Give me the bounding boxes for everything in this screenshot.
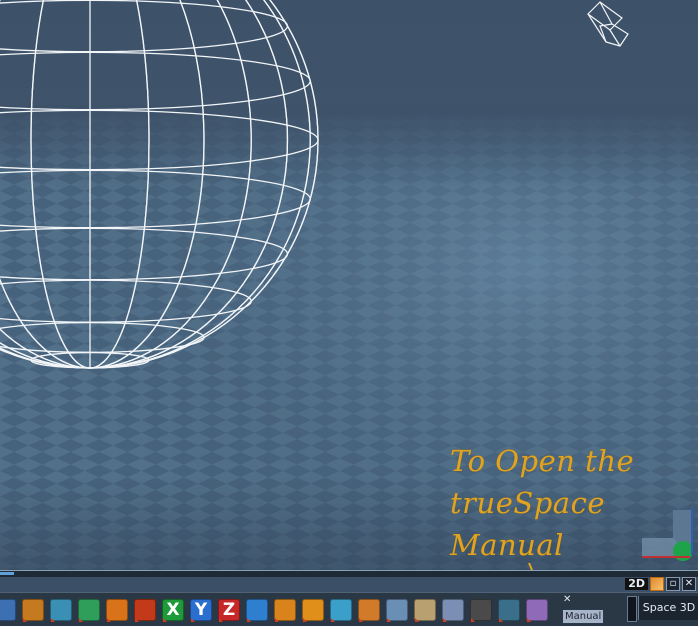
submenu-marker-icon bbox=[387, 618, 391, 622]
binoculars-tool[interactable] bbox=[498, 599, 520, 622]
submenu-marker-icon bbox=[163, 618, 167, 622]
material-tool[interactable] bbox=[386, 599, 408, 622]
submenu-marker-icon bbox=[415, 618, 419, 622]
manual-tooltip: Manual bbox=[562, 609, 605, 624]
submenu-marker-icon bbox=[443, 618, 447, 622]
progress-indicator bbox=[0, 572, 14, 575]
submenu-marker-icon bbox=[331, 618, 335, 622]
scale-tool[interactable] bbox=[274, 599, 296, 622]
paint-brush-icon[interactable] bbox=[650, 577, 664, 591]
submenu-marker-icon bbox=[23, 618, 27, 622]
submenu-marker-icon bbox=[135, 618, 139, 622]
object-tool[interactable] bbox=[22, 599, 44, 622]
manual-annotation: To Open the trueSpace Manual bbox=[450, 440, 650, 566]
close-icon[interactable]: ✕ bbox=[563, 595, 571, 605]
submenu-marker-icon bbox=[79, 618, 83, 622]
annotation-line-2: trueSpace bbox=[450, 486, 605, 520]
space-3d-tab[interactable]: Space 3D bbox=[638, 596, 698, 620]
texture-tool[interactable] bbox=[358, 599, 380, 622]
rotate-tool[interactable] bbox=[246, 599, 268, 622]
submenu-marker-icon bbox=[247, 618, 251, 622]
manual-tool[interactable] bbox=[526, 599, 548, 622]
z-axis-tool[interactable]: Z bbox=[218, 599, 240, 622]
view-2d-button[interactable]: 2D bbox=[625, 578, 648, 590]
move-tool[interactable] bbox=[134, 599, 156, 622]
annotation-line-1: To Open the bbox=[450, 444, 635, 478]
camera-tool[interactable] bbox=[470, 599, 492, 622]
submenu-marker-icon bbox=[527, 618, 531, 622]
light-object bbox=[587, 1, 629, 47]
x-axis-icon: X bbox=[166, 600, 180, 620]
submenu-marker-icon bbox=[191, 618, 195, 622]
render-tool[interactable] bbox=[414, 599, 436, 622]
x-axis-tool[interactable]: X bbox=[162, 599, 184, 622]
close-icon[interactable]: ✕ bbox=[682, 577, 696, 591]
sphere-latitude-line bbox=[0, 51, 311, 111]
y-axis-tool[interactable]: Y bbox=[190, 599, 212, 622]
sphere-tool[interactable] bbox=[302, 599, 324, 622]
submenu-marker-icon bbox=[359, 618, 363, 622]
y-axis-icon: Y bbox=[194, 600, 208, 620]
submenu-marker-icon bbox=[275, 618, 279, 622]
submenu-marker-icon bbox=[219, 618, 223, 622]
viewport-status-bar bbox=[0, 570, 698, 577]
submenu-marker-icon bbox=[51, 618, 55, 622]
toolbar-grip[interactable] bbox=[627, 596, 637, 622]
window-controls: 2D ▫ ✕ bbox=[625, 577, 698, 591]
restore-icon[interactable]: ▫ bbox=[666, 577, 680, 591]
submenu-marker-icon bbox=[107, 618, 111, 622]
cone-tool[interactable] bbox=[330, 599, 352, 622]
magnet-tool[interactable] bbox=[0, 599, 16, 621]
submenu-marker-icon bbox=[471, 618, 475, 622]
3d-viewport[interactable]: To Open the trueSpace Manual bbox=[0, 0, 698, 570]
z-axis-icon: Z bbox=[222, 600, 236, 620]
wire-tool[interactable] bbox=[78, 599, 100, 622]
annotation-line-3: Manual bbox=[450, 528, 564, 562]
grid-tool[interactable] bbox=[442, 599, 464, 622]
home-tool[interactable] bbox=[106, 599, 128, 622]
submenu-marker-icon bbox=[303, 618, 307, 622]
library-tool[interactable] bbox=[50, 599, 72, 622]
submenu-marker-icon bbox=[499, 618, 503, 622]
